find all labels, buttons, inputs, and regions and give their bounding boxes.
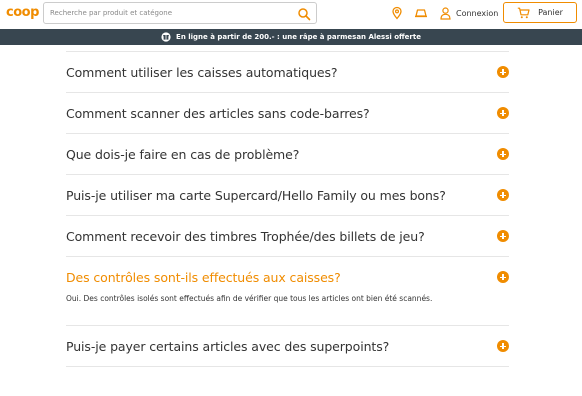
- expand-plus-icon[interactable]: [497, 107, 509, 119]
- cart-label: Panier: [538, 8, 563, 17]
- faq-question-text: Comment recevoir des timbres Trophée/des…: [66, 228, 425, 244]
- search-icon[interactable]: [297, 7, 311, 21]
- faq-list: Comment utiliser les caisses automatique…: [66, 45, 509, 367]
- faq-item[interactable]: Comment utiliser les caisses automatique…: [66, 52, 509, 93]
- gift-icon: [161, 32, 171, 42]
- faq-item[interactable]: Comment recevoir des timbres Trophée/des…: [66, 216, 509, 257]
- faq-item[interactable]: Que dois-je faire en cas de problème?: [66, 134, 509, 175]
- faq-question[interactable]: Des contrôles sont-ils effectués aux cai…: [66, 257, 509, 297]
- expand-plus-icon[interactable]: [497, 148, 509, 160]
- expand-plus-icon[interactable]: [497, 189, 509, 201]
- faq-question[interactable]: Puis-je utiliser ma carte Supercard/Hell…: [66, 175, 509, 215]
- faq-item[interactable]: Puis-je payer certains articles avec des…: [66, 326, 509, 367]
- faq-question[interactable]: Comment utiliser les caisses automatique…: [66, 52, 509, 92]
- user-icon: [440, 6, 451, 20]
- faq-question[interactable]: Que dois-je faire en cas de problème?: [66, 134, 509, 174]
- expand-plus-icon[interactable]: [497, 230, 509, 242]
- login-label: Connexion: [456, 8, 499, 18]
- cart-button[interactable]: Panier: [503, 2, 577, 23]
- expand-plus-icon[interactable]: [497, 340, 509, 352]
- collapse-plus-icon[interactable]: [497, 271, 509, 283]
- delivery-truck-icon[interactable]: [414, 6, 428, 20]
- faq-answer: Oui. Des contrôles isolés sont effectués…: [66, 294, 433, 303]
- faq-question[interactable]: Comment scanner des articles sans code-b…: [66, 93, 509, 133]
- faq-question-text: Puis-je utiliser ma carte Supercard/Hell…: [66, 187, 446, 203]
- login-link[interactable]: Connexion: [440, 6, 498, 20]
- faq-question-text: Que dois-je faire en cas de problème?: [66, 146, 300, 162]
- faq-question-text: Comment utiliser les caisses automatique…: [66, 64, 338, 80]
- faq-item-expanded[interactable]: Des contrôles sont-ils effectués aux cai…: [66, 257, 509, 326]
- location-pin-icon[interactable]: [390, 6, 404, 20]
- faq-item[interactable]: Puis-je utiliser ma carte Supercard/Hell…: [66, 175, 509, 216]
- coop-logo[interactable]: coop: [6, 5, 39, 20]
- site-header: coop Connexion Panier: [0, 0, 582, 29]
- promo-text: En ligne à partir de 200.- : une râpe à …: [176, 33, 421, 41]
- faq-item[interactable]: Comment scanner des articles sans code-b…: [66, 93, 509, 134]
- search-input[interactable]: [50, 6, 290, 20]
- promo-banner[interactable]: En ligne à partir de 200.- : une râpe à …: [0, 29, 582, 45]
- faq-divider: [66, 45, 509, 52]
- cart-icon: [517, 7, 530, 18]
- faq-question[interactable]: Puis-je payer certains articles avec des…: [66, 326, 509, 366]
- expand-plus-icon[interactable]: [497, 66, 509, 78]
- faq-question-text: Comment scanner des articles sans code-b…: [66, 105, 370, 121]
- faq-question[interactable]: Comment recevoir des timbres Trophée/des…: [66, 216, 509, 256]
- faq-question-text: Des contrôles sont-ils effectués aux cai…: [66, 269, 341, 285]
- faq-question-text: Puis-je payer certains articles avec des…: [66, 338, 390, 354]
- search-box[interactable]: [43, 2, 317, 24]
